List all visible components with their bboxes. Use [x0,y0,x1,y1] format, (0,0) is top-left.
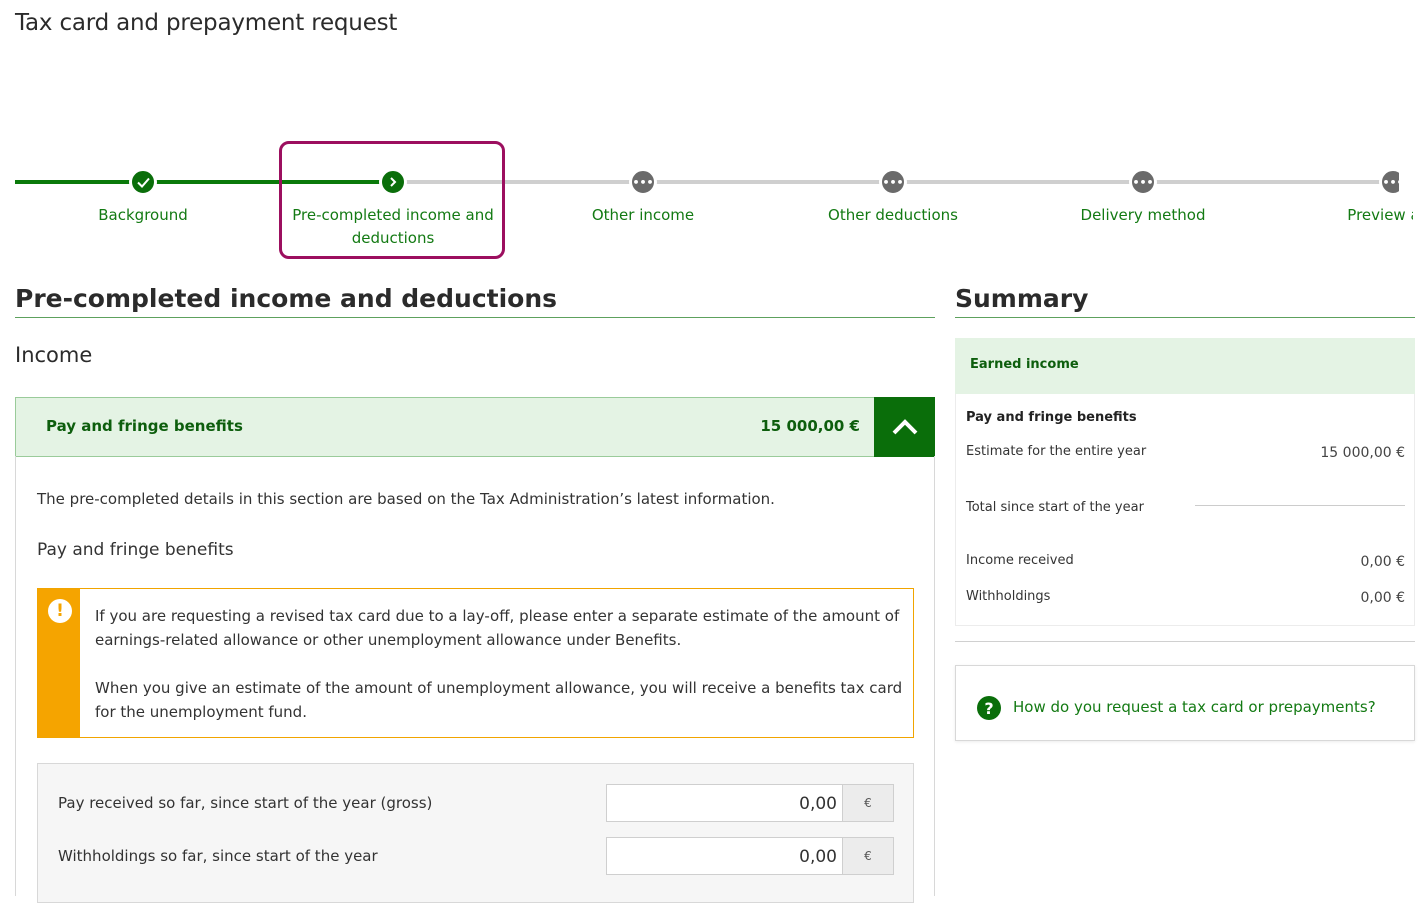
accordion-body: The pre-completed details in this sectio… [15,456,935,903]
notice-paragraph-1: If you are requesting a revised tax card… [95,607,900,649]
step-delivery-more-icon[interactable]: ••• [1129,168,1157,196]
help-link[interactable]: How do you request a tax card or prepaym… [1013,698,1376,716]
exclamation-icon: ! [48,599,72,623]
income-heading: Income [15,343,93,367]
pay-form: Pay received so far, since start of the … [37,763,914,903]
progress-stepper: ••• ••• ••• ••• Background Pre-completed… [0,160,1413,270]
collapse-chevron-up-icon[interactable] [874,397,935,457]
pay-received-label: Pay received so far, since start of the … [58,794,433,812]
notice-bar: ! [38,589,80,737]
withholdings-value[interactable]: 0,00 [799,847,837,867]
summary-title: Summary [955,284,1089,313]
withholdings-label: Withholdings so far, since start of the … [58,847,378,865]
pay-received-value[interactable]: 0,00 [799,794,837,814]
step-other-income-more-icon[interactable]: ••• [629,168,657,196]
summary-item-title: Pay and fringe benefits [966,410,1137,425]
summary-label-income-received: Income received [966,553,1074,568]
step-other-deductions-more-icon[interactable]: ••• [879,168,907,196]
accordion-title: Pay and fringe benefits [46,417,243,435]
step-label-delivery-method[interactable]: Delivery method [1038,204,1248,227]
page-title: Tax card and prepayment request [15,10,398,36]
withholdings-input[interactable]: 0,00 € [606,837,894,875]
current-step-highlight [279,141,505,259]
summary-section-title: Earned income [970,357,1079,372]
summary-section-header: Earned income [955,338,1415,394]
summary-value-estimate: 15 000,00 € [1320,445,1405,461]
step-label-background[interactable]: Background [38,204,248,227]
layoff-notice: ! If you are requesting a revised tax ca… [37,588,914,738]
pay-received-input[interactable]: 0,00 € [606,784,894,822]
accordion-amount: 15 000,00 € [760,417,860,435]
euro-unit: € [842,838,893,874]
summary-bottom-divider [955,641,1415,642]
question-icon: ? [977,696,1001,720]
step-label-other-deductions[interactable]: Other deductions [788,204,998,227]
notice-text: If you are requesting a revised tax card… [95,604,905,748]
summary-total-rule [1195,505,1405,506]
summary-divider [955,317,1415,318]
summary-label-withholdings: Withholdings [966,589,1051,604]
notice-paragraph-2: When you give an estimate of the amount … [95,679,903,721]
step-label-preview[interactable]: Preview and [1288,204,1413,227]
summary-value-withholdings: 0,00 € [1360,590,1405,606]
section-divider [15,317,935,318]
help-card[interactable]: ? How do you request a tax card or prepa… [955,665,1415,741]
summary-card: Earned income Pay and fringe benefits Es… [955,338,1415,626]
euro-unit: € [842,785,893,821]
step-background-check-icon[interactable] [129,168,157,196]
info-text: The pre-completed details in this sectio… [37,490,775,508]
summary-value-income-received: 0,00 € [1360,554,1405,570]
summary-label-estimate: Estimate for the entire year [966,444,1147,459]
section-title: Pre-completed income and deductions [15,284,558,313]
summary-label-total: Total since start of the year [966,500,1144,515]
pay-benefits-accordion-header[interactable]: Pay and fringe benefits 15 000,00 € [15,397,935,457]
body-subheading: Pay and fringe benefits [37,540,234,560]
step-label-other-income[interactable]: Other income [538,204,748,227]
